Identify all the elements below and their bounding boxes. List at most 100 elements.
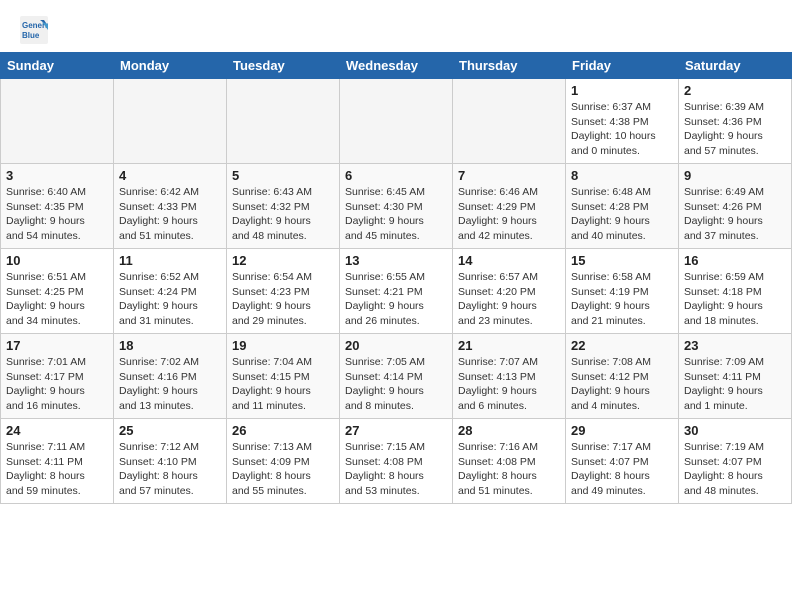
day-info: Sunrise: 6:52 AMSunset: 4:24 PMDaylight:… [119,270,221,329]
day-info: Sunrise: 7:15 AMSunset: 4:08 PMDaylight:… [345,440,447,499]
day-number: 6 [345,168,447,183]
weekday-header: Tuesday [227,53,340,79]
day-number: 2 [684,83,786,98]
calendar-week-row: 1 Sunrise: 6:37 AMSunset: 4:38 PMDaylight… [1,79,792,164]
day-number: 27 [345,423,447,438]
day-info: Sunrise: 6:59 AMSunset: 4:18 PMDaylight:… [684,270,786,329]
day-info: Sunrise: 7:12 AMSunset: 4:10 PMDaylight:… [119,440,221,499]
calendar-cell: 6 Sunrise: 6:45 AMSunset: 4:30 PMDaylight… [340,164,453,249]
day-info: Sunrise: 6:46 AMSunset: 4:29 PMDaylight:… [458,185,560,244]
day-info: Sunrise: 6:51 AMSunset: 4:25 PMDaylight:… [6,270,108,329]
day-number: 18 [119,338,221,353]
weekday-header: Friday [566,53,679,79]
svg-text:Blue: Blue [22,31,40,40]
day-info: Sunrise: 6:43 AMSunset: 4:32 PMDaylight:… [232,185,334,244]
day-info: Sunrise: 7:09 AMSunset: 4:11 PMDaylight:… [684,355,786,414]
day-info: Sunrise: 6:58 AMSunset: 4:19 PMDaylight:… [571,270,673,329]
day-number: 24 [6,423,108,438]
day-info: Sunrise: 6:57 AMSunset: 4:20 PMDaylight:… [458,270,560,329]
day-number: 29 [571,423,673,438]
weekday-header: Thursday [453,53,566,79]
calendar-cell: 13 Sunrise: 6:55 AMSunset: 4:21 PMDayligh… [340,249,453,334]
calendar-cell [453,79,566,164]
day-info: Sunrise: 7:01 AMSunset: 4:17 PMDaylight:… [6,355,108,414]
day-number: 23 [684,338,786,353]
calendar-cell: 18 Sunrise: 7:02 AMSunset: 4:16 PMDayligh… [114,334,227,419]
day-info: Sunrise: 6:39 AMSunset: 4:36 PMDaylight:… [684,100,786,159]
calendar-cell: 22Sunrise: 7:08 AMSunset: 4:12 PMDayligh… [566,334,679,419]
calendar-cell: 30 Sunrise: 7:19 AMSunset: 4:07 PMDayligh… [679,419,792,504]
day-number: 28 [458,423,560,438]
calendar-cell: 3 Sunrise: 6:40 AMSunset: 4:35 PMDaylight… [1,164,114,249]
day-number: 12 [232,253,334,268]
day-info: Sunrise: 6:37 AMSunset: 4:38 PMDaylight:… [571,100,673,159]
calendar-header-row: SundayMondayTuesdayWednesdayThursdayFrid… [1,53,792,79]
calendar-cell: 26Sunrise: 7:13 AMSunset: 4:09 PMDayligh… [227,419,340,504]
day-number: 5 [232,168,334,183]
day-info: Sunrise: 6:40 AMSunset: 4:35 PMDaylight:… [6,185,108,244]
calendar-cell: 11 Sunrise: 6:52 AMSunset: 4:24 PMDayligh… [114,249,227,334]
calendar-cell: 1 Sunrise: 6:37 AMSunset: 4:38 PMDaylight… [566,79,679,164]
day-info: Sunrise: 6:49 AMSunset: 4:26 PMDaylight:… [684,185,786,244]
calendar-cell [114,79,227,164]
day-info: Sunrise: 7:19 AMSunset: 4:07 PMDaylight:… [684,440,786,499]
day-number: 14 [458,253,560,268]
calendar-cell: 20 Sunrise: 7:05 AMSunset: 4:14 PMDayligh… [340,334,453,419]
day-info: Sunrise: 7:07 AMSunset: 4:13 PMDaylight:… [458,355,560,414]
calendar-cell: 29 Sunrise: 7:17 AMSunset: 4:07 PMDayligh… [566,419,679,504]
day-info: Sunrise: 6:45 AMSunset: 4:30 PMDaylight:… [345,185,447,244]
day-number: 4 [119,168,221,183]
day-info: Sunrise: 7:02 AMSunset: 4:16 PMDaylight:… [119,355,221,414]
calendar-cell [340,79,453,164]
calendar-cell: 19 Sunrise: 7:04 AMSunset: 4:15 PMDayligh… [227,334,340,419]
day-number: 8 [571,168,673,183]
calendar-cell: 16Sunrise: 6:59 AMSunset: 4:18 PMDayligh… [679,249,792,334]
calendar-cell: 7 Sunrise: 6:46 AMSunset: 4:29 PMDaylight… [453,164,566,249]
day-number: 25 [119,423,221,438]
day-info: Sunrise: 6:55 AMSunset: 4:21 PMDaylight:… [345,270,447,329]
calendar-cell: 25 Sunrise: 7:12 AMSunset: 4:10 PMDayligh… [114,419,227,504]
day-info: Sunrise: 7:16 AMSunset: 4:08 PMDaylight:… [458,440,560,499]
calendar-cell: 10 Sunrise: 6:51 AMSunset: 4:25 PMDayligh… [1,249,114,334]
page-container: General Blue SundayMondayTuesdayWednesda… [0,0,792,504]
day-info: Sunrise: 7:04 AMSunset: 4:15 PMDaylight:… [232,355,334,414]
day-number: 11 [119,253,221,268]
calendar-table: SundayMondayTuesdayWednesdayThursdayFrid… [0,52,792,504]
day-info: Sunrise: 7:05 AMSunset: 4:14 PMDaylight:… [345,355,447,414]
calendar-cell [227,79,340,164]
day-number: 30 [684,423,786,438]
calendar-week-row: 17Sunrise: 7:01 AMSunset: 4:17 PMDayligh… [1,334,792,419]
day-info: Sunrise: 7:17 AMSunset: 4:07 PMDaylight:… [571,440,673,499]
calendar-week-row: 24 Sunrise: 7:11 AMSunset: 4:11 PMDayligh… [1,419,792,504]
day-info: Sunrise: 7:11 AMSunset: 4:11 PMDaylight:… [6,440,108,499]
calendar-week-row: 3 Sunrise: 6:40 AMSunset: 4:35 PMDaylight… [1,164,792,249]
calendar-week-row: 10 Sunrise: 6:51 AMSunset: 4:25 PMDayligh… [1,249,792,334]
calendar-cell: 9 Sunrise: 6:49 AMSunset: 4:26 PMDaylight… [679,164,792,249]
calendar-cell [1,79,114,164]
weekday-header: Saturday [679,53,792,79]
weekday-header: Monday [114,53,227,79]
calendar-cell: 15 Sunrise: 6:58 AMSunset: 4:19 PMDayligh… [566,249,679,334]
day-number: 13 [345,253,447,268]
calendar-cell: 23 Sunrise: 7:09 AMSunset: 4:11 PMDayligh… [679,334,792,419]
calendar-cell: 4 Sunrise: 6:42 AMSunset: 4:33 PMDaylight… [114,164,227,249]
day-number: 19 [232,338,334,353]
day-number: 9 [684,168,786,183]
day-info: Sunrise: 6:42 AMSunset: 4:33 PMDaylight:… [119,185,221,244]
day-number: 10 [6,253,108,268]
calendar-cell: 8 Sunrise: 6:48 AMSunset: 4:28 PMDaylight… [566,164,679,249]
weekday-header: Sunday [1,53,114,79]
day-number: 26 [232,423,334,438]
day-number: 22 [571,338,673,353]
day-number: 20 [345,338,447,353]
calendar-cell: 14 Sunrise: 6:57 AMSunset: 4:20 PMDayligh… [453,249,566,334]
logo-icon: General Blue [20,16,48,44]
day-number: 1 [571,83,673,98]
calendar-cell: 24 Sunrise: 7:11 AMSunset: 4:11 PMDayligh… [1,419,114,504]
day-number: 7 [458,168,560,183]
day-info: Sunrise: 6:48 AMSunset: 4:28 PMDaylight:… [571,185,673,244]
weekday-header: Wednesday [340,53,453,79]
day-number: 15 [571,253,673,268]
calendar-body: 1 Sunrise: 6:37 AMSunset: 4:38 PMDaylight… [1,79,792,504]
day-number: 3 [6,168,108,183]
